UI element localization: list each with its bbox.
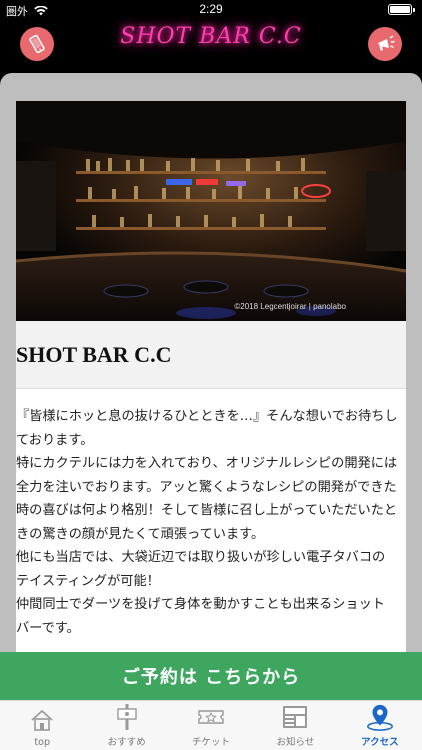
shop-card: ©2018 Legcentjoirar | panolabo SHOT BAR …	[16, 101, 406, 653]
tab-news[interactable]: お知らせ	[253, 701, 337, 750]
tab-bar: top おすすめ チケット お知らせ アクセス	[0, 700, 422, 750]
tab-label: アクセス	[361, 737, 399, 748]
reservation-button[interactable]: ご予約は こちらから	[0, 652, 422, 700]
title-bar: SHOT BAR C.C	[16, 321, 406, 389]
megaphone-icon	[378, 35, 395, 51]
reservation-label: ご予約は こちらから	[121, 667, 301, 688]
tab-top[interactable]: top	[0, 701, 84, 750]
image-credit: ©2018 Legcentjoirar | panolabo	[234, 302, 346, 311]
description-paragraph: 『皆様にホッと息の抜けるひとときを…』そんな想いでお待ちしております。	[16, 409, 398, 448]
shop-description: 『皆様にホッと息の抜けるひとときを…』そんな想いでお待ちしております。 特にカク…	[16, 389, 406, 640]
app-header: SHOT BAR C.C	[0, 20, 422, 68]
bar-interior-illustration	[16, 101, 406, 321]
description-paragraph: 他にも当店では、大袋近辺では取り扱いが珍しい電子タバコのテイスティングが可能！	[16, 550, 386, 589]
tab-label: お知らせ	[276, 737, 315, 748]
megaphone-button[interactable]	[368, 27, 402, 61]
description-paragraph: 特にカクテルには力を入れており、オリジナルレシピの開発には全力を注いでおります。…	[16, 456, 398, 542]
logo-text: SHOT BAR C.C	[120, 24, 302, 49]
status-bar: 圏外 2:29	[0, 0, 422, 20]
tab-label: おすすめ	[107, 737, 146, 748]
tab-label: チケット	[192, 737, 231, 748]
shop-title: SHOT BAR C.C	[16, 341, 172, 367]
tab-recommend[interactable]: おすすめ	[84, 701, 168, 750]
bar-panorama-image[interactable]: ©2018 Legcentjoirar | panolabo	[16, 101, 406, 321]
status-time: 2:29	[199, 2, 223, 16]
tab-ticket[interactable]: チケット	[169, 701, 253, 750]
shop-logo: SHOT BAR C.C	[0, 24, 422, 49]
battery-icon	[388, 4, 415, 15]
signboard-icon	[116, 704, 137, 730]
home-icon	[31, 709, 53, 731]
ticket-icon	[198, 710, 224, 724]
description-paragraph: 仲間同士でダーツを投げて身体を動かすことも出来るショットバーです。	[16, 597, 385, 636]
content-panel[interactable]: ©2018 Legcentjoirar | panolabo SHOT BAR …	[0, 73, 422, 653]
tab-access[interactable]: アクセス	[338, 701, 422, 750]
news-icon	[283, 706, 308, 728]
location-pin-icon	[366, 704, 393, 731]
tab-label: top	[34, 737, 50, 748]
